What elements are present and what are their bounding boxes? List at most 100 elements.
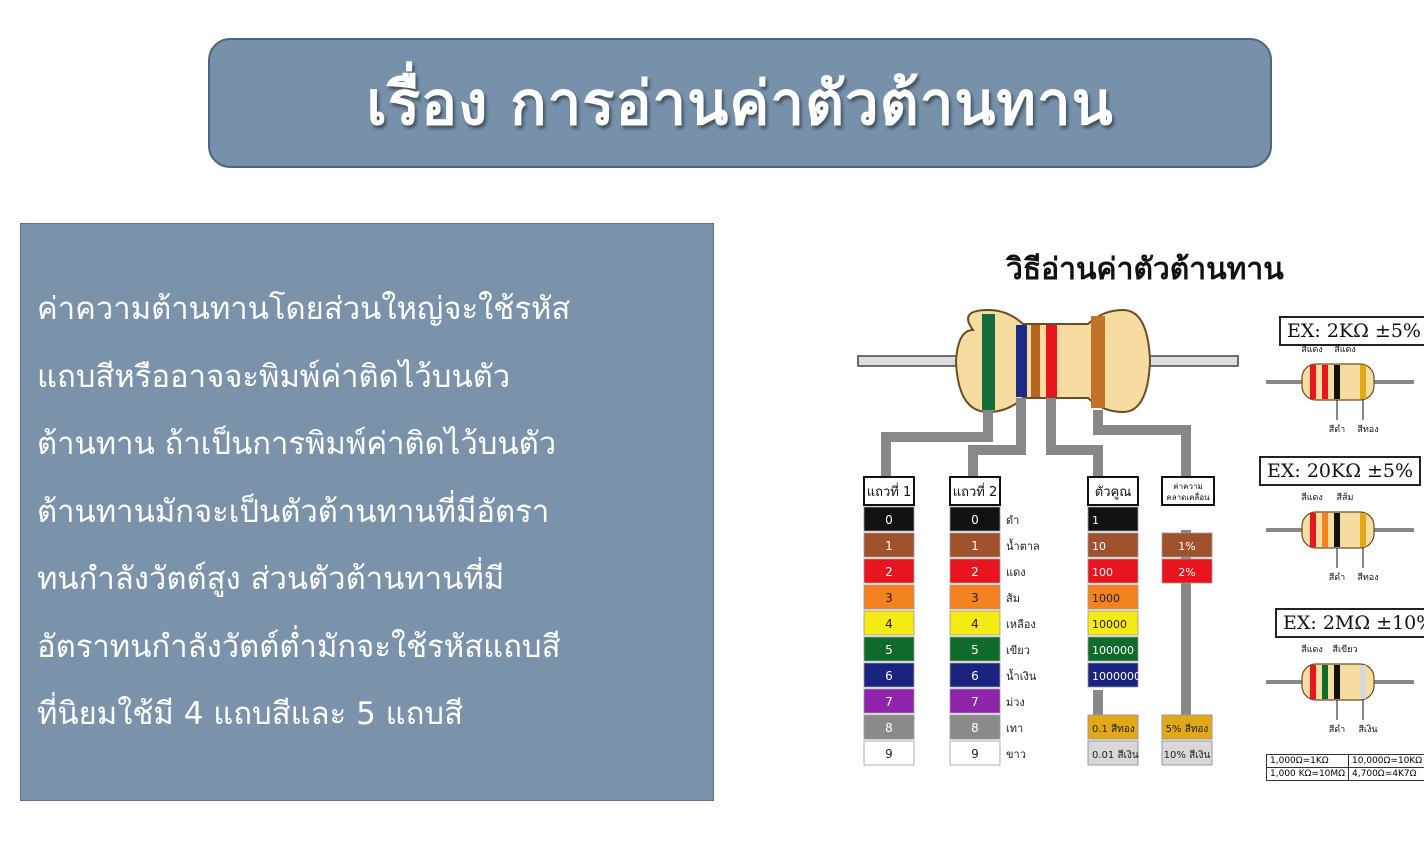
example-resistor-3: สีแดง สีเขียวสีดำ สีเงิน bbox=[1266, 644, 1414, 735]
table-row: 1,000 KΩ=10MΩ 4,700Ω=4K7Ω bbox=[1267, 768, 1424, 781]
digit-label: 8 bbox=[971, 721, 979, 735]
digit-label: 8 bbox=[885, 721, 893, 735]
digit-label: 6 bbox=[971, 669, 979, 683]
color-name-label: ม่วง bbox=[1006, 696, 1025, 709]
tolerance-silver-label: 10% สีเงิน bbox=[1164, 749, 1211, 761]
example-band bbox=[1310, 365, 1316, 399]
example-resistor-2: สีแดงสีส้มสีดำสีทอง bbox=[1266, 492, 1414, 583]
example-top-label-a: สีแดง bbox=[1301, 344, 1323, 355]
resistor-color-code-figure: วิธีอ่านค่าตัวต้านทาน แถวที่ 1 แถวที่ 2 bbox=[848, 230, 1420, 800]
example-top-label-b: สีเขียว bbox=[1332, 644, 1357, 655]
resistor-band-3 bbox=[1031, 325, 1040, 397]
multiplier-label: 100000 bbox=[1092, 644, 1134, 657]
digit-label: 4 bbox=[885, 617, 893, 631]
color-name-label: เทา bbox=[1006, 722, 1023, 735]
table-cell: 4,700Ω=4K7Ω bbox=[1349, 768, 1424, 781]
color-name-label: ส้ม bbox=[1006, 592, 1020, 605]
example-band bbox=[1310, 513, 1316, 547]
example-band bbox=[1322, 513, 1328, 547]
example-top-label-b: สีส้ม bbox=[1337, 492, 1354, 503]
resistor-band-2 bbox=[1016, 325, 1027, 397]
example-bottom-label-a: สีดำ bbox=[1329, 572, 1345, 583]
example-band bbox=[1360, 365, 1366, 399]
digit-label: 3 bbox=[885, 591, 893, 605]
digit-label: 6 bbox=[885, 669, 893, 683]
column-headers: แถวที่ 1 แถวที่ 2 ตัวคูณ ค่าความ คลาดเคล… bbox=[864, 477, 1214, 505]
example-band bbox=[1360, 665, 1366, 699]
digit-label: 2 bbox=[971, 565, 979, 579]
digit-label: 2 bbox=[885, 565, 893, 579]
example-band bbox=[1334, 513, 1340, 547]
table-cell: 10,000Ω=10KΩ bbox=[1349, 755, 1424, 768]
example-bottom-label-a: สีดำ bbox=[1329, 424, 1345, 435]
multiplier-label: 100 bbox=[1092, 566, 1113, 579]
color-name-label: แดง bbox=[1006, 566, 1026, 579]
digit-label: 5 bbox=[885, 643, 893, 657]
header-tolerance-2: คลาดเคลื่อน bbox=[1166, 491, 1210, 502]
example-band bbox=[1322, 665, 1328, 699]
example-band bbox=[1334, 665, 1340, 699]
multiplier-label: 10000 bbox=[1092, 618, 1127, 631]
digit-label: 7 bbox=[885, 695, 893, 709]
multiplier-column: 11010010001000010000010000000.1 สีทอง0.0… bbox=[1088, 507, 1141, 765]
digit-label: 0 bbox=[885, 513, 893, 527]
multiplier-silver-label: 0.01 สีเงิน bbox=[1092, 749, 1139, 761]
example-bottom-label-a: สีดำ bbox=[1329, 724, 1345, 735]
digit-label: 1 bbox=[971, 539, 979, 553]
example-bottom-label-b: สีทอง bbox=[1357, 424, 1378, 435]
example-resistors-svg: สีแดงสีแดงสีดำสีทอง สีแดงสีส้มสีดำสีทอง … bbox=[1260, 340, 1420, 860]
digit-label: 9 bbox=[971, 747, 979, 761]
tolerance-label: 2% bbox=[1178, 566, 1195, 579]
resistor-band-1 bbox=[982, 314, 995, 410]
digit-label: 0 bbox=[971, 513, 979, 527]
header-row-1: แถวที่ 1 bbox=[867, 483, 912, 500]
resistor-band-4 bbox=[1046, 325, 1057, 397]
header-row-2: แถวที่ 2 bbox=[953, 483, 998, 500]
digit-label: 9 bbox=[885, 747, 893, 761]
example-band bbox=[1310, 665, 1316, 699]
table-cell: 1,000 KΩ=10MΩ bbox=[1267, 768, 1349, 781]
title-banner: เรื่อง การอ่านค่าตัวต้านทาน bbox=[208, 38, 1272, 168]
example-top-label-b: สีแดง bbox=[1334, 344, 1356, 355]
example-top-label-a: สีแดง bbox=[1301, 644, 1323, 655]
resistor-lead-right bbox=[1138, 356, 1238, 366]
body-line-7: ที่นิยมใช้มี 4 แถบสีและ 5 แถบสี bbox=[37, 681, 703, 749]
page-title: เรื่อง การอ่านค่าตัวต้านทาน bbox=[366, 56, 1113, 151]
resistor-band-5 bbox=[1091, 316, 1105, 408]
color-name-label: เหลือง bbox=[1006, 618, 1036, 631]
body-line-1: ค่าความต้านทานโดยส่วนใหญ่จะใช้รหัส bbox=[37, 276, 703, 344]
body-line-5: ทนกำลังวัตต์สูง ส่วนตัวต้านทานที่มี bbox=[37, 546, 703, 614]
tolerance-gold-label: 5% สีทอง bbox=[1166, 723, 1209, 735]
digit-label: 1 bbox=[885, 539, 893, 553]
example-band bbox=[1360, 513, 1366, 547]
color-name-label: น้ำเงิน bbox=[1006, 668, 1037, 683]
table-row: 1,000Ω=1KΩ 10,000Ω=10KΩ bbox=[1267, 755, 1424, 768]
multiplier-gold-label: 0.1 สีทอง bbox=[1092, 723, 1135, 735]
digit-label: 4 bbox=[971, 617, 979, 631]
body-line-4: ต้านทานมักจะเป็นตัวต้านทานที่มีอัตรา bbox=[37, 479, 703, 547]
example-top-label-a: สีแดง bbox=[1301, 492, 1323, 503]
description-panel: ค่าความต้านทานโดยส่วนใหญ่จะใช้รหัส แถบสี… bbox=[20, 223, 714, 801]
color-name-label: เขียว bbox=[1006, 644, 1030, 657]
body-line-3: ต้านทาน ถ้าเป็นการพิมพ์ค่าติดไว้บนตัว bbox=[37, 411, 703, 479]
color-name-label: ขาว bbox=[1006, 748, 1026, 761]
header-multiplier: ตัวคูณ bbox=[1095, 485, 1132, 500]
example-band bbox=[1334, 365, 1340, 399]
multiplier-label: 1000000 bbox=[1092, 670, 1141, 683]
header-tolerance-1: ค่าความ bbox=[1173, 482, 1202, 491]
resistor-chart-svg: แถวที่ 1 แถวที่ 2 ตัวคูณ ค่าความ คลาดเคล… bbox=[848, 230, 1268, 800]
multiplier-label: 1000 bbox=[1092, 592, 1120, 605]
table-cell: 1,000Ω=1KΩ bbox=[1267, 755, 1349, 768]
conversion-table: 1,000Ω=1KΩ 10,000Ω=10KΩ 1,000 KΩ=10MΩ 4,… bbox=[1266, 754, 1424, 781]
digit-column-1: 0 1 2 3 4 5 6 7 8 9 bbox=[864, 507, 914, 765]
resistor-lead-left bbox=[858, 356, 968, 366]
tolerance-label: 1% bbox=[1178, 540, 1195, 553]
color-name-label: ดำ bbox=[1006, 514, 1019, 527]
example-bottom-label-b: สีเงิน bbox=[1358, 724, 1377, 735]
body-line-2: แถบสีหรืออาจจะพิมพ์ค่าติดไว้บนตัว bbox=[37, 344, 703, 412]
color-name-label: น้ำตาล bbox=[1006, 538, 1040, 553]
digit-column-2: 0ดำ1น้ำตาล2แดง3ส้ม4เหลือง5เขียว6น้ำเงิน7… bbox=[950, 507, 1040, 765]
multiplier-label: 10 bbox=[1092, 540, 1106, 553]
body-line-6: อัตราทนกำลังวัตต์ต่ำมักจะใช้รหัสแถบสี bbox=[37, 614, 703, 682]
digit-label: 7 bbox=[971, 695, 979, 709]
